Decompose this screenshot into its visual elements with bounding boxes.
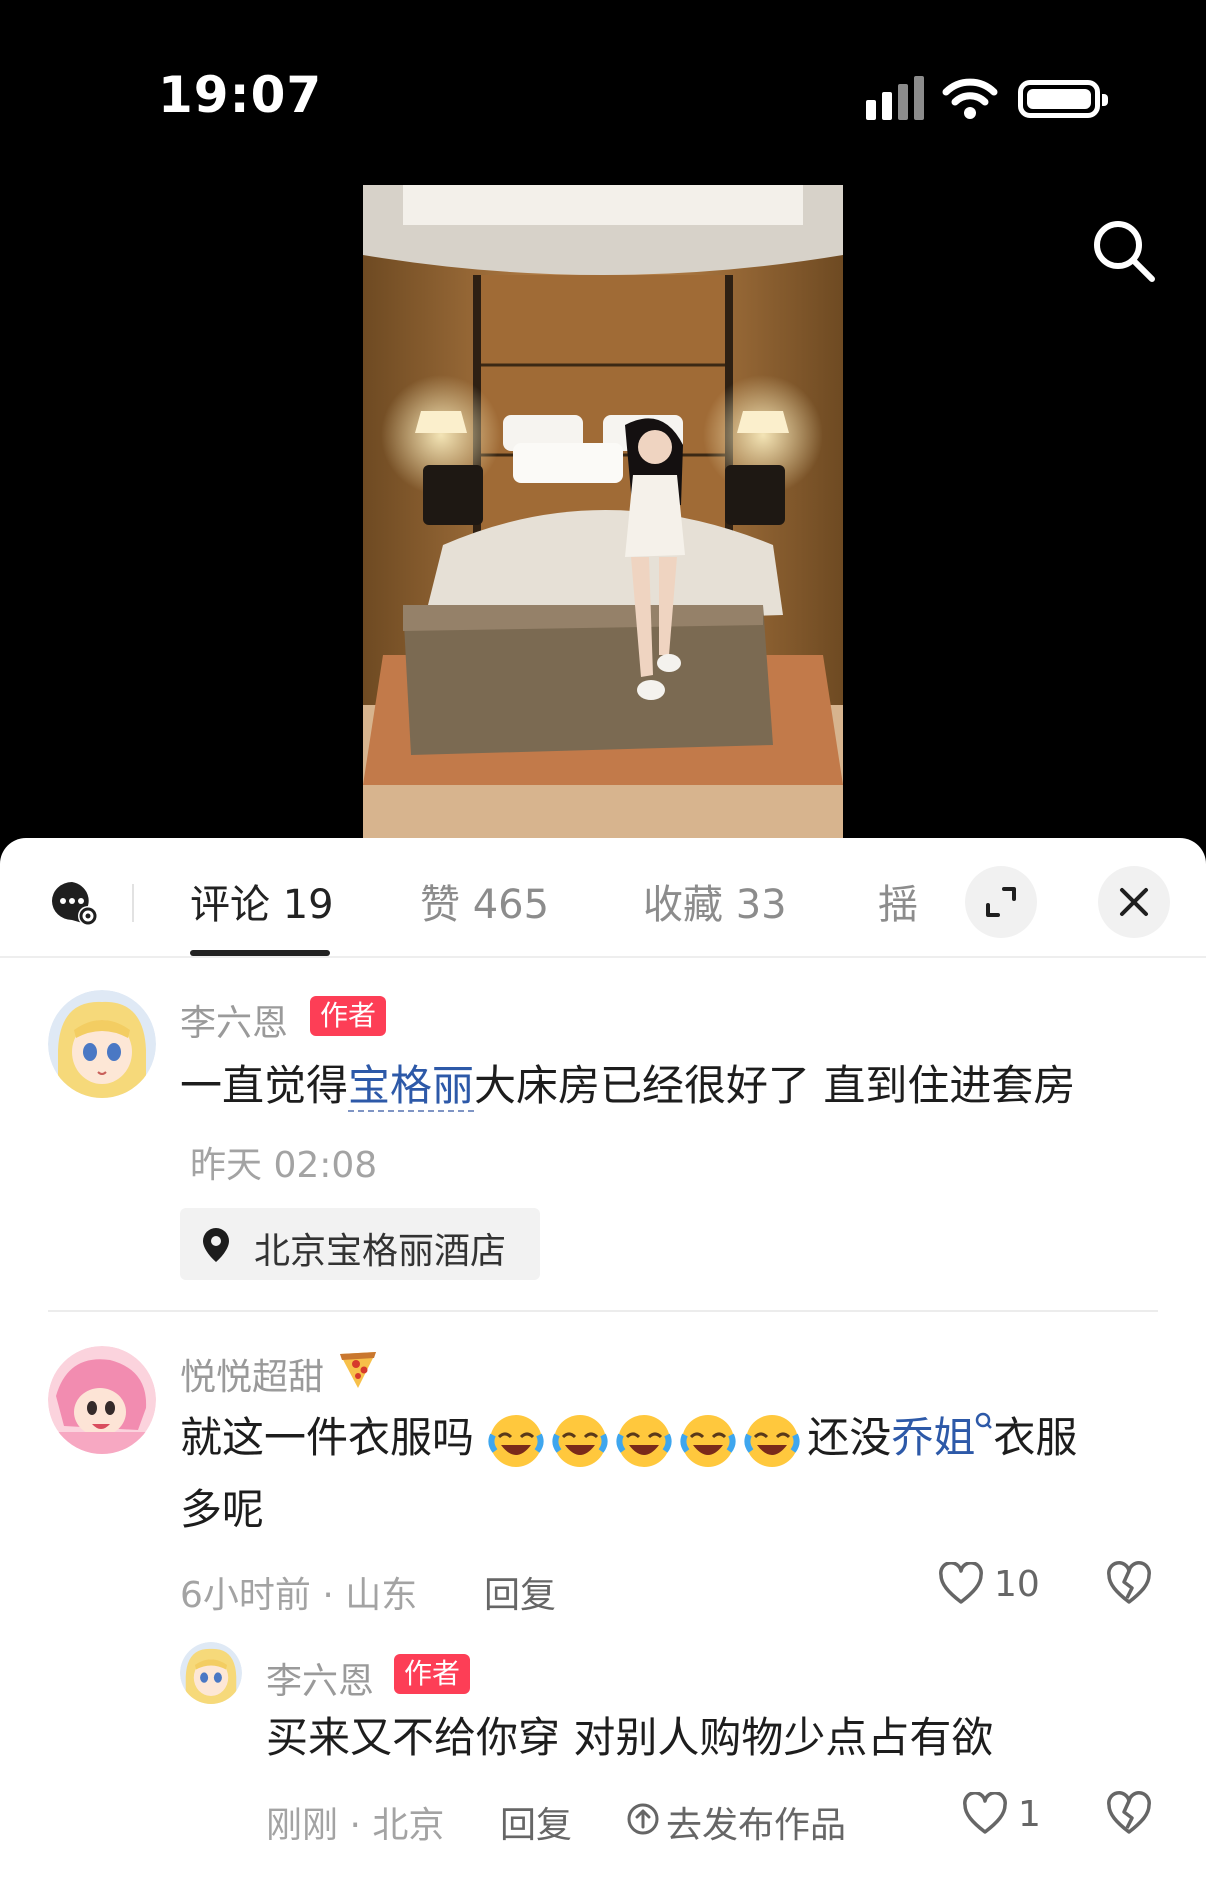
rofl-emoji	[680, 1414, 736, 1467]
rofl-emoji	[616, 1414, 672, 1467]
like-button[interactable]: 10	[938, 1560, 1040, 1610]
status-time: 19:07	[158, 66, 323, 124]
tab-likes[interactable]: 赞 465	[420, 872, 549, 930]
pizza-emoji	[340, 1352, 376, 1388]
comment-author[interactable]: 悦悦超甜	[180, 1348, 324, 1400]
tab-favorites[interactable]: 收藏 33	[643, 872, 787, 930]
battery-icon	[1018, 80, 1108, 118]
post-photo[interactable]	[363, 185, 843, 845]
location-pin-icon	[203, 1228, 229, 1262]
comment-panel: 评论 19 赞 465 收藏 33 揺 李六恩 作者 一直觉得宝格丽大床房已经很…	[0, 838, 1206, 1903]
reply-button[interactable]: 回复	[500, 1796, 572, 1848]
author-badge: 作者	[394, 1654, 471, 1694]
upload-circle-icon	[627, 1803, 659, 1835]
heart-icon	[939, 1562, 983, 1604]
publish-work-label: 去发布作品	[666, 1805, 847, 1846]
heart-icon	[963, 1792, 1007, 1834]
place-link[interactable]: 宝格丽	[348, 1061, 475, 1112]
search-icon[interactable]	[1088, 215, 1160, 287]
like-count: 1	[1018, 1794, 1041, 1835]
comment-text: 一直觉得宝格丽大床房已经很好了 直到住进套房	[180, 1061, 1076, 1112]
wifi-icon	[942, 78, 998, 119]
location-chip[interactable]: 北京宝格丽酒店	[180, 1208, 540, 1280]
expand-icon	[986, 887, 1016, 917]
like-button[interactable]: 1	[962, 1790, 1042, 1840]
search-link[interactable]: 乔姐	[891, 1413, 975, 1462]
comment-text: 就这一件衣服吗 还没乔姐 衣服	[180, 1410, 1077, 1469]
reply-author[interactable]: 李六恩	[266, 1652, 374, 1704]
publish-work-button[interactable]: 去发布作品	[626, 1792, 866, 1846]
rofl-emoji	[552, 1414, 608, 1467]
broken-heart-icon[interactable]	[1106, 1560, 1152, 1606]
comment-meta: 6小时前 · 山东	[180, 1575, 418, 1616]
cellular-signal-icon	[866, 76, 924, 120]
avatar[interactable]	[48, 1346, 156, 1454]
reply-text: 买来又不给你穿 对别人购物少点占有欲	[266, 1713, 994, 1762]
comment-settings-icon[interactable]	[50, 878, 100, 928]
comment-text-line2: 多呢	[180, 1485, 265, 1534]
reply-button[interactable]: 回复	[484, 1566, 556, 1618]
comment-author[interactable]: 李六恩	[180, 994, 288, 1046]
avatar[interactable]	[48, 990, 156, 1098]
avatar[interactable]	[180, 1642, 242, 1704]
location-label: 北京宝格丽酒店	[254, 1231, 507, 1272]
tab-comments[interactable]: 评论 19	[190, 872, 334, 930]
broken-heart-icon[interactable]	[1106, 1790, 1152, 1836]
tab-more[interactable]: 揺	[878, 872, 918, 930]
active-tab-indicator	[190, 950, 330, 956]
rofl-emoji	[744, 1414, 800, 1467]
comment-time: 昨天 02:08	[190, 1145, 378, 1186]
rofl-emoji	[488, 1414, 544, 1467]
like-count: 10	[994, 1564, 1040, 1605]
status-bar: 19:07	[0, 0, 1206, 185]
post-media-area	[0, 185, 1206, 845]
close-icon	[1120, 888, 1148, 916]
tab-bar: 评论 19 赞 465 收藏 33 揺	[0, 838, 1206, 958]
author-badge: 作者	[310, 996, 387, 1036]
tab-divider	[132, 884, 134, 922]
expand-button[interactable]	[965, 866, 1037, 938]
divider	[48, 1310, 1158, 1312]
search-small-icon	[976, 1412, 993, 1429]
close-button[interactable]	[1098, 866, 1170, 938]
reply-meta: 刚刚 · 北京	[266, 1805, 445, 1846]
